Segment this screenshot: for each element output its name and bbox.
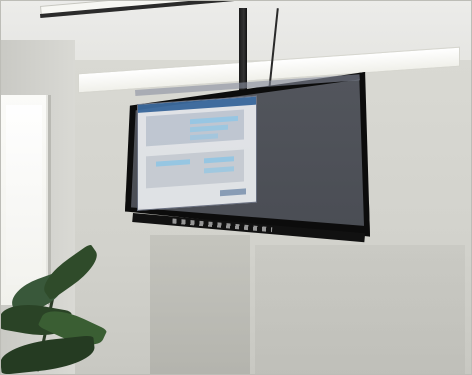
tv-form-panel-bottom [146, 150, 244, 189]
glass-reflection-left [150, 235, 250, 375]
tv-form-field [190, 125, 228, 133]
tv-form-field [156, 159, 190, 166]
tv-form-field [190, 133, 218, 140]
wall-mounted-tv [125, 72, 370, 243]
tv-form-field [204, 156, 234, 163]
tv-form-panel-top [146, 110, 244, 147]
tv-window-button [220, 188, 246, 196]
scene [0, 0, 472, 375]
tv-app-window [137, 96, 257, 211]
tv-form-field [190, 116, 238, 124]
potted-plant [0, 243, 110, 375]
plant-leaf [0, 335, 97, 375]
tv-form-field [204, 166, 234, 173]
glass-reflection-right [255, 245, 465, 375]
